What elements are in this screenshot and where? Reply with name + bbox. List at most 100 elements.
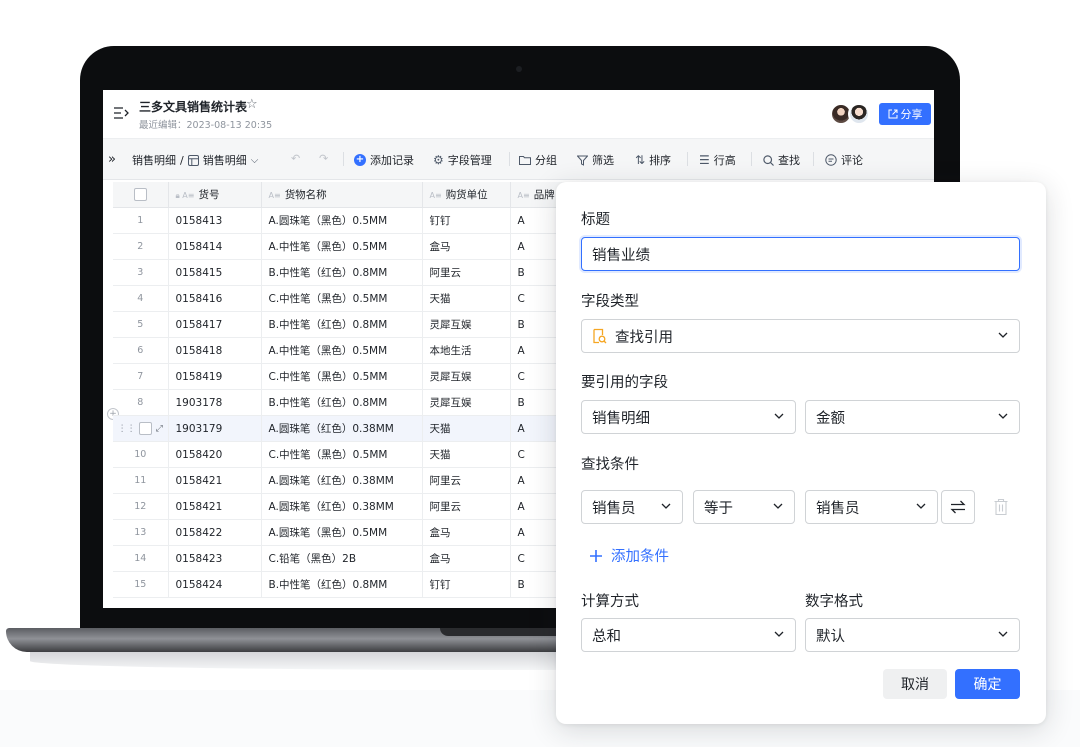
drag-handle-icon[interactable]: ⋮⋮ <box>118 424 136 434</box>
ref-field-select[interactable]: 金额 <box>805 400 1020 434</box>
table-cell[interactable]: A.圆珠笔（红色）0.38MM <box>261 493 423 520</box>
calc-method-select[interactable]: 总和 <box>581 618 796 652</box>
row-index[interactable]: 1 <box>113 207 169 234</box>
condition-operator-select[interactable]: 等于 <box>693 490 795 524</box>
table-cell[interactable]: B.中性笔（红色）0.8MM <box>261 571 423 598</box>
row-index[interactable]: 2 <box>113 233 169 260</box>
table-cell[interactable]: A.中性笔（黑色）0.5MM <box>261 233 423 260</box>
table-row[interactable]: 3 0158415 B.中性笔（红色）0.8MM 阿里云 B <box>113 259 631 286</box>
table-row[interactable]: 13 0158422 A.圆珠笔（黑色）0.5MM 盒马 A <box>113 519 631 546</box>
swap-button[interactable] <box>941 490 975 524</box>
table-row[interactable]: 15 0158424 B.中性笔（红色）0.8MM 钉钉 B <box>113 571 631 598</box>
table-row[interactable]: 8 1903178 B.中性笔（红色）0.8MM 灵犀互娱 B <box>113 389 631 416</box>
select-all-cell[interactable] <box>113 182 169 208</box>
confirm-button[interactable]: 确定 <box>955 669 1020 699</box>
table-cell[interactable]: 0158422 <box>168 519 262 546</box>
table-cell[interactable]: 灵犀互娱 <box>422 389 511 416</box>
trash-icon[interactable] <box>993 498 1009 516</box>
select-all-checkbox[interactable] <box>133 188 147 201</box>
table-cell[interactable]: 灵犀互娱 <box>422 311 511 338</box>
row-index[interactable]: 3 <box>113 259 169 286</box>
table-cell[interactable]: 0158417 <box>168 311 262 338</box>
column-header[interactable]: A≡ 货物名称 <box>261 182 423 208</box>
table-cell[interactable]: B.中性笔（红色）0.8MM <box>261 311 423 338</box>
table-cell[interactable]: A.圆珠笔（红色）0.38MM <box>261 467 423 494</box>
table-row[interactable]: 14 0158423 C.铅笔（黑色）2B 盒马 C <box>113 545 631 572</box>
row-index[interactable]: 4 <box>113 285 169 312</box>
row-index[interactable]: 6 <box>113 337 169 364</box>
table-cell[interactable]: B.中性笔（红色）0.8MM <box>261 259 423 286</box>
table-cell[interactable]: C.铅笔（黑色）2B <box>261 545 423 572</box>
avatar[interactable] <box>848 103 870 125</box>
table-cell[interactable]: 0158418 <box>168 337 262 364</box>
table-cell[interactable]: 0158419 <box>168 363 262 390</box>
table-cell[interactable]: 盒马 <box>422 233 511 260</box>
table-cell[interactable]: 钉钉 <box>422 571 511 598</box>
table-row[interactable]: ⋮⋮ ⤢ 1903179 A.圆珠笔（红色）0.38MM 天猫 A <box>113 415 631 442</box>
share-button[interactable]: 分享 <box>879 103 931 125</box>
menu-icon[interactable] <box>113 106 129 120</box>
add-condition-button[interactable]: 添加条件 <box>589 545 669 566</box>
table-cell[interactable]: 0158421 <box>168 467 262 494</box>
breadcrumb[interactable]: 销售明细 / 销售明细 ⌵ <box>132 152 258 168</box>
table-cell[interactable]: 0158421 <box>168 493 262 520</box>
redo-button[interactable]: ↷ <box>319 152 328 165</box>
table-cell[interactable]: 天猫 <box>422 285 511 312</box>
table-row[interactable]: 7 0158419 C.中性笔（黑色）0.5MM 灵犀互娱 C <box>113 363 631 390</box>
table-row[interactable]: 5 0158417 B.中性笔（红色）0.8MM 灵犀互娱 B <box>113 311 631 338</box>
table-cell[interactable]: 灵犀互娱 <box>422 363 511 390</box>
comment-button[interactable]: 评论 <box>825 152 863 168</box>
table-row[interactable]: 2 0158414 A.中性笔（黑色）0.5MM 盒马 A <box>113 233 631 260</box>
row-checkbox[interactable] <box>138 422 152 435</box>
table-cell[interactable]: 阿里云 <box>422 493 511 520</box>
table-cell[interactable]: A.圆珠笔（红色）0.38MM <box>261 415 423 442</box>
table-cell[interactable]: C.中性笔（黑色）0.5MM <box>261 363 423 390</box>
table-cell[interactable]: 0158416 <box>168 285 262 312</box>
table-cell[interactable]: 阿里云 <box>422 467 511 494</box>
table-cell[interactable]: 1903178 <box>168 389 262 416</box>
row-index[interactable]: 5 <box>113 311 169 338</box>
field-manage-button[interactable]: ⚙ 字段管理 <box>433 152 492 168</box>
table-cell[interactable]: C.中性笔（黑色）0.5MM <box>261 441 423 468</box>
table-row[interactable]: 11 0158421 A.圆珠笔（红色）0.38MM 阿里云 A <box>113 467 631 494</box>
table-cell[interactable]: 钉钉 <box>422 207 511 234</box>
sort-button[interactable]: ⇅ 排序 <box>635 152 671 168</box>
row-index[interactable]: 15 <box>113 571 169 598</box>
table-cell[interactable]: 0158420 <box>168 441 262 468</box>
table-row[interactable]: 1 0158413 A.圆珠笔（黑色）0.5MM 钉钉 A <box>113 207 631 234</box>
expand-row-icon[interactable]: ⤢ <box>156 424 163 434</box>
table-cell[interactable]: 0158423 <box>168 545 262 572</box>
table-cell[interactable]: 本地生活 <box>422 337 511 364</box>
undo-button[interactable]: ↶ <box>291 152 300 165</box>
condition-right-select[interactable]: 销售员 <box>805 490 938 524</box>
add-record-button[interactable]: + 添加记录 <box>354 152 414 168</box>
table-row[interactable]: 4 0158416 C.中性笔（黑色）0.5MM 天猫 C <box>113 285 631 312</box>
cancel-button[interactable]: 取消 <box>883 669 947 699</box>
table-cell[interactable]: A.圆珠笔（黑色）0.5MM <box>261 207 423 234</box>
field-type-select[interactable]: 查找引用 <box>581 319 1020 353</box>
filter-button[interactable]: 筛选 <box>577 152 614 168</box>
table-cell[interactable]: 0158414 <box>168 233 262 260</box>
table-cell[interactable]: C.中性笔（黑色）0.5MM <box>261 285 423 312</box>
condition-left-select[interactable]: 销售员 <box>581 490 683 524</box>
table-row[interactable]: 6 0158418 A.中性笔（黑色）0.5MM 本地生活 A <box>113 337 631 364</box>
table-cell[interactable]: 0158413 <box>168 207 262 234</box>
search-button[interactable]: 查找 <box>763 152 800 168</box>
star-icon[interactable]: ☆ <box>246 97 258 112</box>
table-cell[interactable]: 1903179 <box>168 415 262 442</box>
table-cell[interactable]: 阿里云 <box>422 259 511 286</box>
table-cell[interactable]: 0158415 <box>168 259 262 286</box>
row-index[interactable]: 14 <box>113 545 169 572</box>
title-input[interactable]: 销售业绩 <box>581 237 1020 271</box>
ref-table-select[interactable]: 销售明细 <box>581 400 796 434</box>
row-index[interactable]: 7 <box>113 363 169 390</box>
row-index[interactable]: 11 <box>113 467 169 494</box>
table-cell[interactable]: A.中性笔（黑色）0.5MM <box>261 337 423 364</box>
table-row[interactable]: 12 0158421 A.圆珠笔（红色）0.38MM 阿里云 A <box>113 493 631 520</box>
row-index[interactable]: 8 <box>113 389 169 416</box>
number-format-select[interactable]: 默认 <box>805 618 1020 652</box>
column-header[interactable]: 🔒︎ A≡ 货号 <box>168 182 262 208</box>
table-row[interactable]: 10 0158420 C.中性笔（黑色）0.5MM 天猫 C <box>113 441 631 468</box>
row-index[interactable]: 10 <box>113 441 169 468</box>
table-cell[interactable]: A.圆珠笔（黑色）0.5MM <box>261 519 423 546</box>
